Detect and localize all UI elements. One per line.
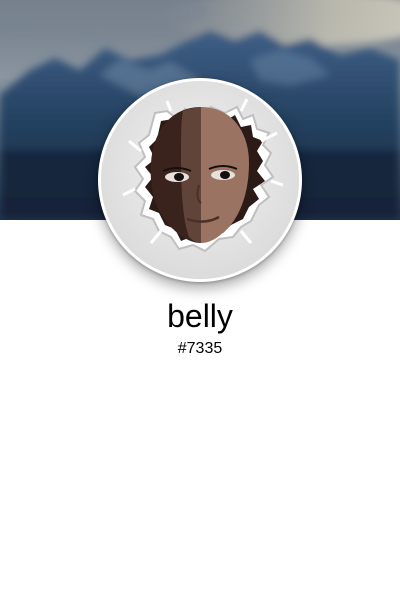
user-discriminator: #7335 <box>177 340 223 357</box>
avatar-image-mask <box>101 81 299 279</box>
username: belly <box>167 298 233 334</box>
bald-face-icon <box>101 81 299 279</box>
avatar[interactable] <box>98 78 302 282</box>
